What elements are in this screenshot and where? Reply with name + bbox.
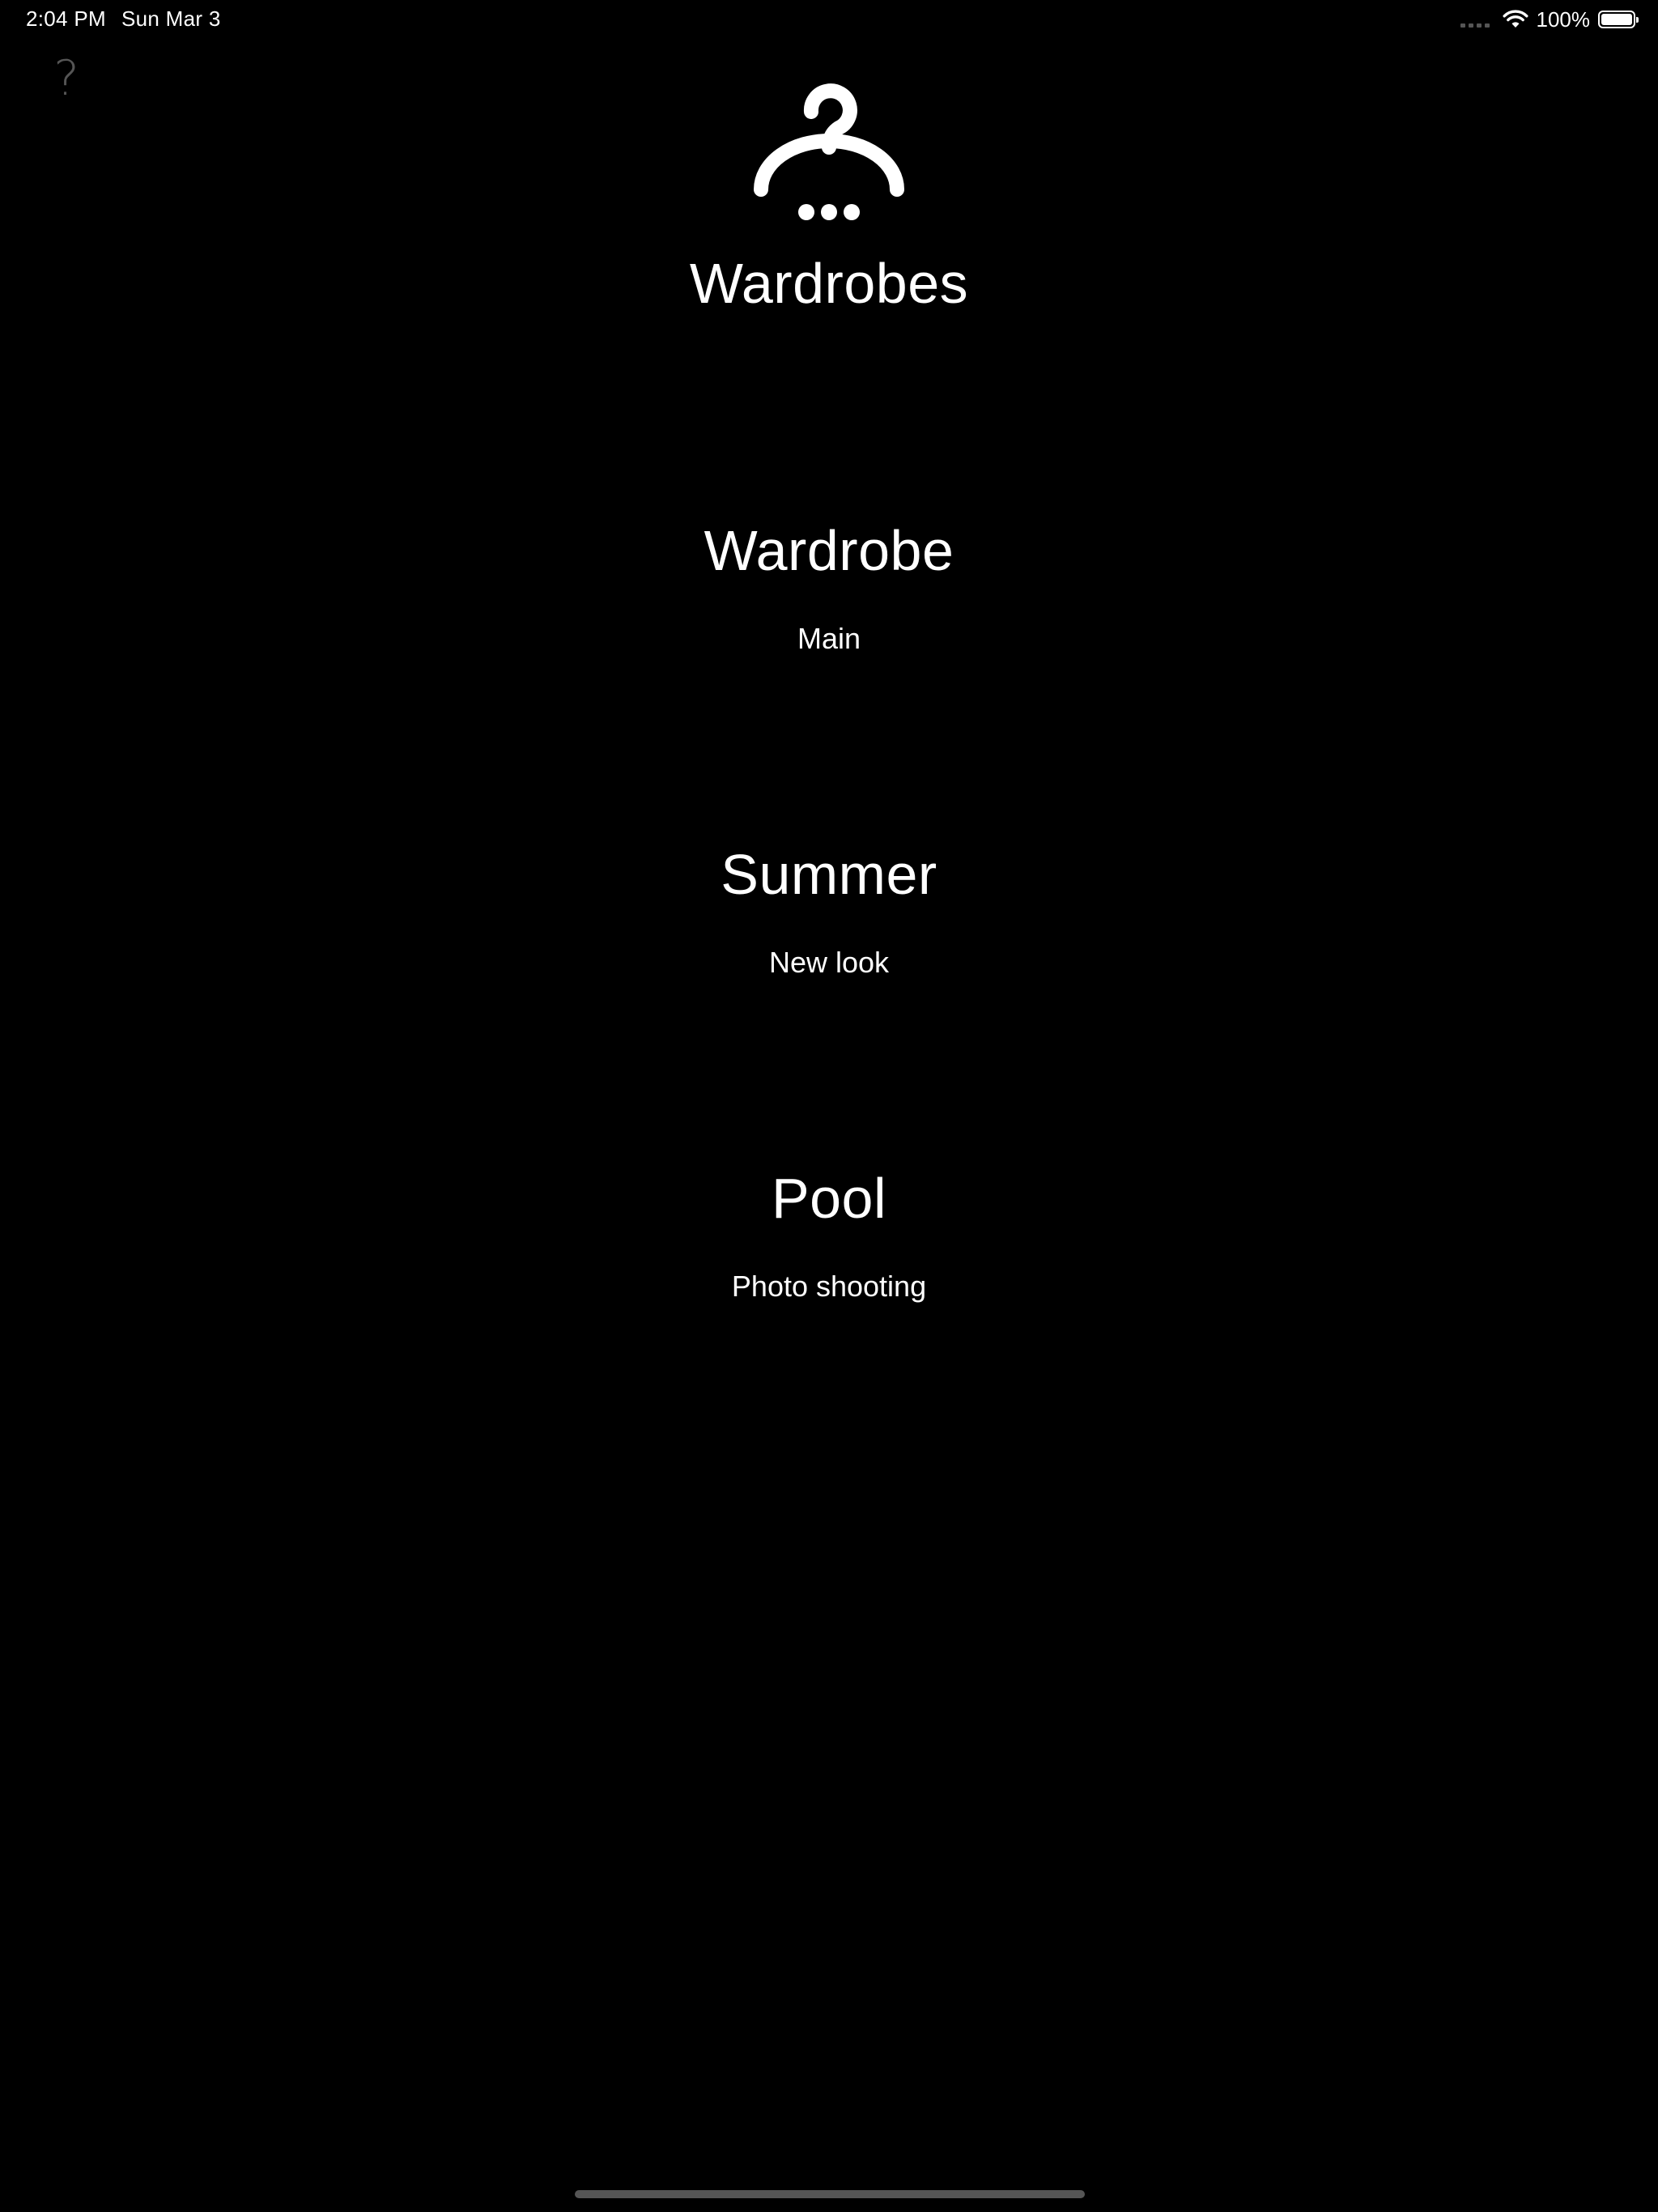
wardrobe-subtitle: New look — [768, 946, 890, 979]
home-indicator[interactable] — [575, 2190, 1085, 2198]
status-time: 2:04 PM — [26, 6, 106, 31]
wifi-icon — [1503, 10, 1528, 28]
wardrobe-subtitle: Photo shooting — [731, 1270, 927, 1303]
wardrobe-title: Summer — [721, 843, 937, 906]
wardrobe-item-main[interactable]: Wardrobe Main — [505, 518, 1153, 729]
battery-icon — [1598, 11, 1639, 28]
wardrobe-item-pool[interactable]: Pool Photo shooting — [505, 1166, 1153, 1376]
help-button[interactable]: ? — [45, 50, 87, 107]
status-date: Sun Mar 3 — [121, 6, 221, 31]
hanger-question-icon — [754, 83, 904, 220]
status-indicators: 100% — [1460, 5, 1639, 34]
wardrobe-title: Pool — [771, 1167, 887, 1230]
wardrobe-subtitle: Main — [797, 622, 861, 655]
cellular-signal-icon — [1460, 23, 1490, 28]
wardrobe-item-summer[interactable]: Summer New look — [505, 842, 1153, 1053]
question-mark-icon: ? — [53, 50, 79, 107]
status-bar: 2:04 PM Sun Mar 3 100% — [0, 0, 1658, 39]
wardrobe-title: Wardrobe — [704, 519, 954, 582]
page-title: Wardrobes — [689, 252, 969, 315]
battery-percent: 100% — [1536, 6, 1591, 32]
